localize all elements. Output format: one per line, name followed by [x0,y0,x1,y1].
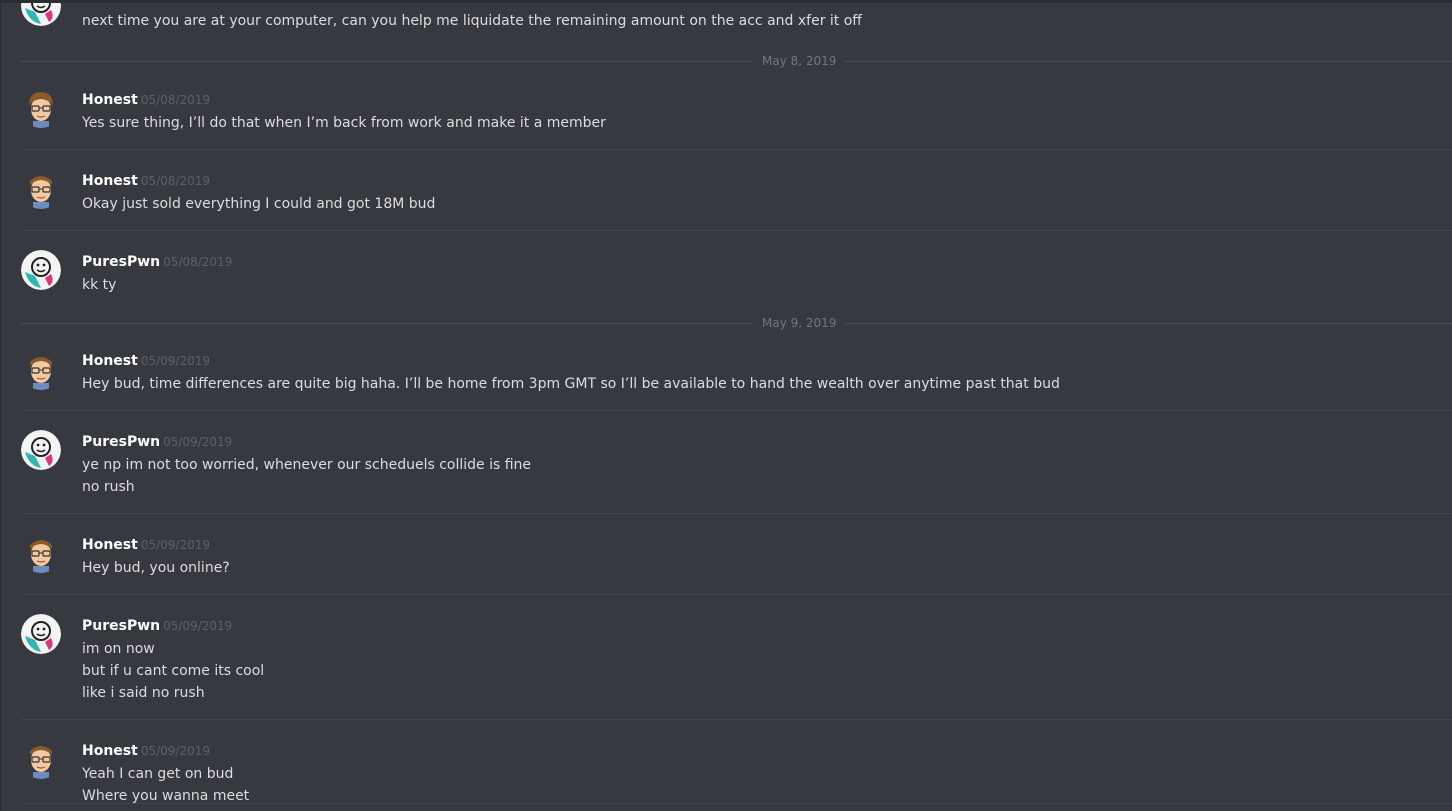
username-text[interactable]: Honest [82,743,138,759]
cartoon-face-avatar-icon [21,739,61,779]
avatar[interactable] [21,169,61,209]
divider-rule [21,323,1452,324]
timestamp: 05/09/2019 [163,619,233,633]
message-group: Honest 05/08/2019 Okay just sold everythi… [1,164,1452,234]
username-text[interactable]: Honest [82,537,138,553]
date-divider-label: May 9, 2019 [753,315,846,331]
message-group: Honest 05/09/2019 Yeah I can get on bud W… [1,734,1452,811]
avatar[interactable] [21,614,61,654]
message-group: PuresPwn 05/08/2019 kk ty [1,245,1452,315]
message-text: no rush [82,479,135,495]
message-text: Yeah I can get on bud [82,766,234,782]
username-text[interactable]: Honest [82,173,138,189]
avatar[interactable] [21,3,61,26]
avatar[interactable] [21,350,61,390]
timestamp: 05/08/2019 [140,174,210,188]
message-text: ye np im not too worried, whenever our s… [82,457,532,473]
username[interactable]: Honest 05/09/2019 [82,742,210,760]
avatar[interactable] [21,533,61,573]
message-separator [21,230,1452,231]
message-separator [21,513,1452,514]
username-text[interactable]: PuresPwn [82,254,160,270]
message-separator [21,803,1452,804]
message-text: Yes sure thing, I’ll do that when I’m ba… [82,115,606,131]
timestamp: 05/09/2019 [140,354,210,368]
message-separator [21,594,1452,595]
username-text[interactable]: PuresPwn [82,618,160,634]
cartoon-face-avatar-icon [21,533,61,573]
timestamp: 05/09/2019 [140,538,210,552]
smiley-logo-avatar-icon [21,250,61,290]
timestamp: 05/08/2019 [140,93,210,107]
message-text: next time you are at your computer, can … [82,13,862,29]
timestamp: 05/08/2019 [163,255,233,269]
message-text: but if u cant come its cool [82,663,265,679]
timestamp: 05/09/2019 [163,435,233,449]
cartoon-face-avatar-icon [21,350,61,390]
avatar[interactable] [21,430,61,470]
avatar[interactable] [21,739,61,779]
message-group: PuresPwn 05/09/2019 ye np im not too worr… [1,425,1452,517]
username[interactable]: Honest 05/09/2019 [82,352,210,370]
username-text[interactable]: Honest [82,92,138,108]
message-separator [21,719,1452,720]
date-divider-label: May 8, 2019 [753,53,846,69]
message-separator [21,149,1452,150]
username[interactable]: Honest 05/09/2019 [82,536,210,554]
username-text[interactable]: Honest [82,353,138,369]
username[interactable]: Honest 05/08/2019 [82,172,210,190]
smiley-logo-avatar-icon [21,614,61,654]
message-separator [21,410,1452,411]
chat-message-list[interactable]: next time you are at your computer, can … [0,0,1452,811]
message-group: Honest 05/09/2019 Hey bud, you online? [1,528,1452,598]
avatar[interactable] [21,250,61,290]
divider-rule [21,61,1452,62]
message-group: next time you are at your computer, can … [1,3,1452,40]
message-text: Hey bud, you online? [82,560,230,576]
username[interactable]: PuresPwn 05/08/2019 [82,253,232,271]
message-text: Hey bud, time differences are quite big … [82,376,1060,392]
smiley-logo-avatar-icon [21,430,61,470]
username[interactable]: PuresPwn 05/09/2019 [82,433,232,451]
message-group: Honest 05/09/2019 Hey bud, time differenc… [1,345,1452,415]
username[interactable]: Honest 05/08/2019 [82,91,210,109]
username[interactable]: PuresPwn 05/09/2019 [82,617,232,635]
avatar[interactable] [21,88,61,128]
message-text: like i said no rush [82,685,205,701]
message-text: kk ty [82,277,117,293]
message-text: Okay just sold everything I could and go… [82,196,436,212]
date-divider: May 9, 2019 [21,313,1452,333]
cartoon-face-avatar-icon [21,88,61,128]
date-divider: May 8, 2019 [21,51,1452,71]
message-group: Honest 05/08/2019 Yes sure thing, I’ll do… [1,83,1452,153]
cartoon-face-avatar-icon [21,169,61,209]
username-text[interactable]: PuresPwn [82,434,160,450]
message-text: im on now [82,641,155,657]
smiley-logo-avatar-icon [21,3,61,26]
timestamp: 05/09/2019 [140,744,210,758]
message-group: PuresPwn 05/09/2019 im on now but if u ca… [1,609,1452,723]
